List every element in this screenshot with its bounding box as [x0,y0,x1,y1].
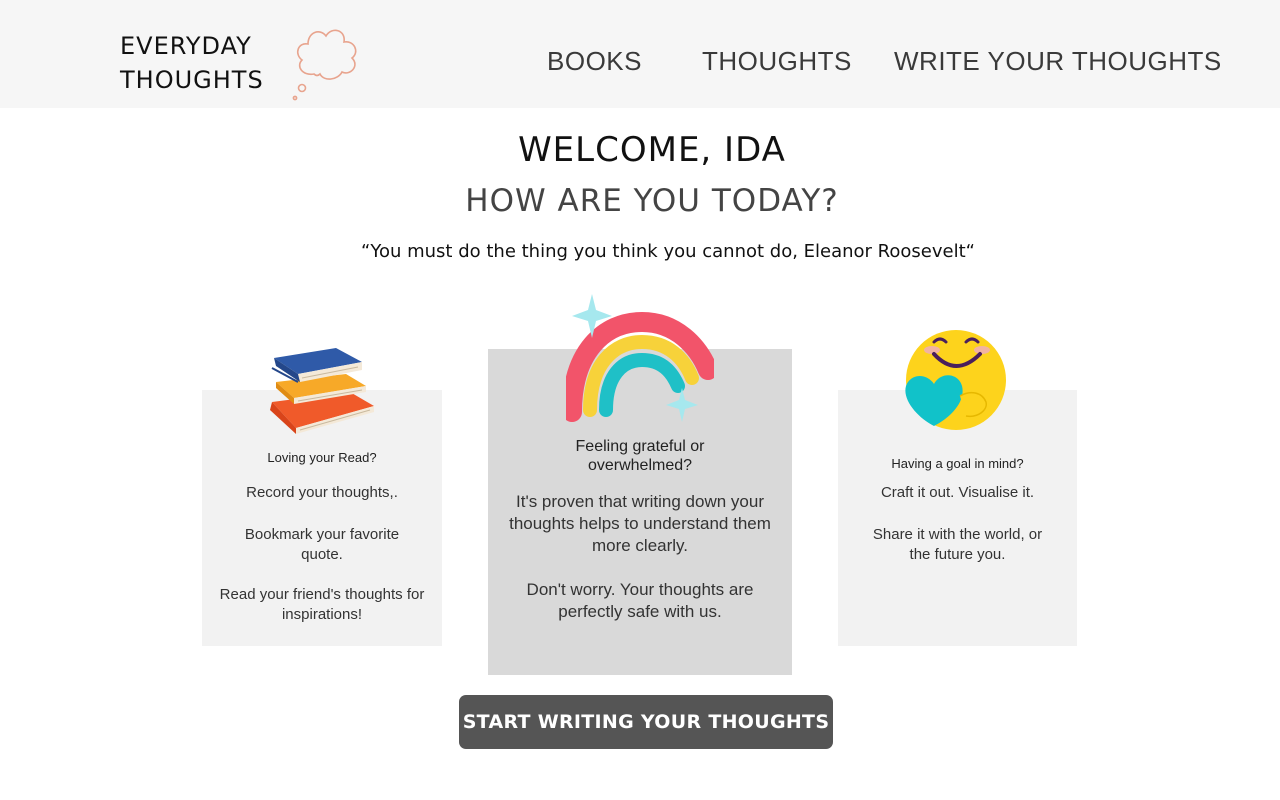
card-text: Share it with the world, or the future y… [872,526,1043,563]
mood-question-heading: HOW ARE YOU TODAY? [465,183,839,219]
nav-thoughts-link[interactable]: THOUGHTS [702,46,852,77]
daily-quote: “You must do the thing you think you can… [361,241,975,262]
card-title: Loving your Read? [267,450,377,465]
card-text: Bookmark your favorite quote. [244,526,400,563]
site-header: EVERYDAY THOUGHTS BOOKS THOUGHTS WRITE Y… [0,0,1280,108]
smiley-hug-icon [905,330,1006,430]
thought-cloud-icon [292,29,357,101]
site-logo[interactable]: EVERYDAY THOUGHTS [120,28,360,101]
card-title: Having a goal in mind? [891,456,1024,471]
card-text: It's proven that writing down your thoug… [509,492,771,555]
rainbow-icon [566,294,714,422]
card-title: Feeling grateful or overwhelmed? [575,438,705,474]
card-text: Read your friend's thoughts for inspirat… [219,586,425,623]
start-writing-button[interactable]: START WRITING YOUR THOUGHTS [459,695,833,749]
card-text: Record your thoughts,. [246,484,398,501]
logo-text-line1: EVERYDAY [120,32,252,60]
card-text: Craft it out. Visualise it. [880,484,1035,501]
nav-books-link[interactable]: BOOKS [547,46,642,77]
card-text: Don't worry. Your thoughts are perfectly… [526,580,754,621]
book-stack-icon [270,348,374,434]
welcome-heading: WELCOME, IDA [518,130,786,170]
logo-text-line2: THOUGHTS [120,66,264,94]
nav-write-thoughts-link[interactable]: WRITE YOUR THOUGHTS [894,46,1222,77]
